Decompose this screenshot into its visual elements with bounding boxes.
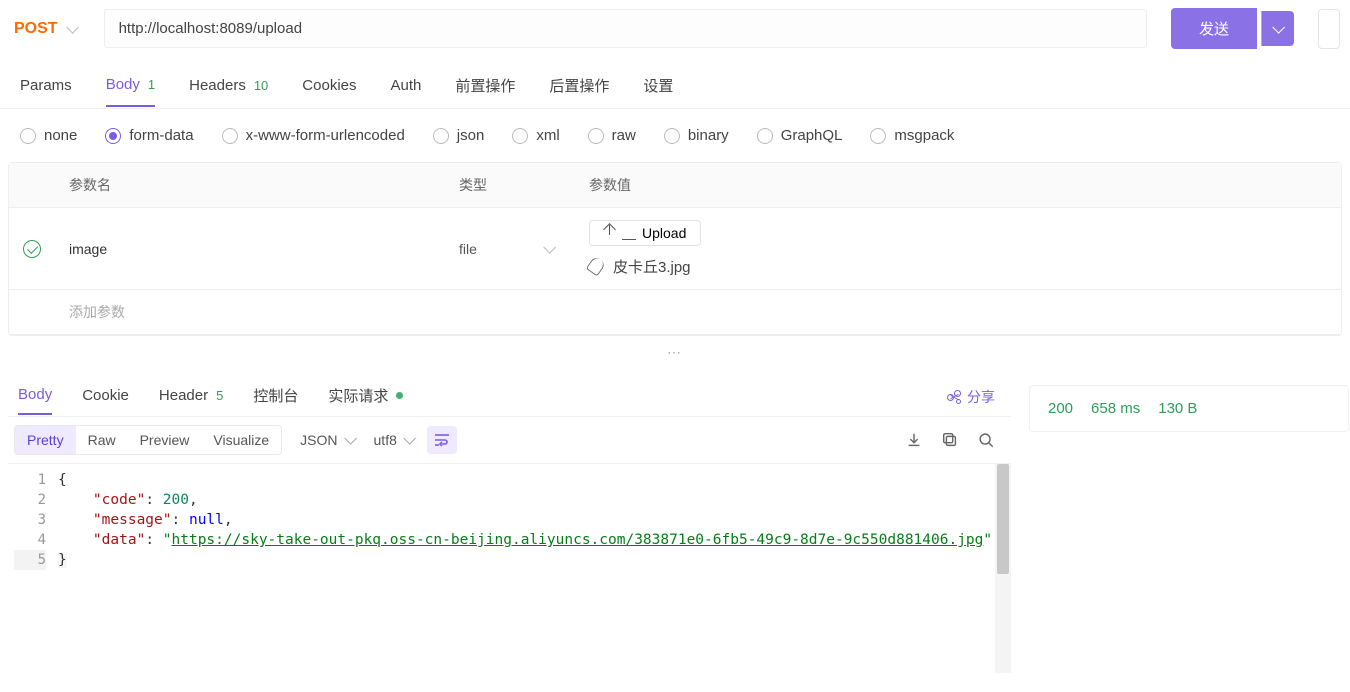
status-time: 658 ms <box>1091 400 1140 417</box>
status-code: 200 <box>1048 400 1073 417</box>
chevron-down-icon <box>344 436 356 444</box>
tab-body[interactable]: Body1 <box>106 68 155 107</box>
view-mode-segment: Pretty Raw Preview Visualize <box>14 425 282 455</box>
tab-params[interactable]: Params <box>20 69 72 106</box>
radio-icon <box>664 128 680 144</box>
param-type-select[interactable]: file <box>445 229 575 269</box>
response-toolbar: Pretty Raw Preview Visualize JSON utf8 <box>8 417 1011 463</box>
radio-msgpack[interactable]: msgpack <box>870 127 954 144</box>
seg-preview[interactable]: Preview <box>128 426 202 454</box>
radio-icon <box>870 128 886 144</box>
resp-tab-actual[interactable]: 实际请求 <box>328 377 403 416</box>
line-gutter: 12345 <box>8 464 58 673</box>
tab-settings[interactable]: 设置 <box>643 67 673 108</box>
copy-icon[interactable] <box>941 431 959 449</box>
tab-headers-badge: 10 <box>254 78 268 93</box>
radio-graphql[interactable]: GraphQL <box>757 127 843 144</box>
header-type: 类型 <box>445 163 575 207</box>
params-table: 参数名 类型 参数值 image file Upload 皮卡丘3.jpg <box>8 162 1342 336</box>
send-button[interactable]: 发送 <box>1171 8 1257 49</box>
http-method-label: POST <box>14 20 58 38</box>
search-icon[interactable] <box>977 431 995 449</box>
seg-pretty[interactable]: Pretty <box>15 426 76 454</box>
scrollbar[interactable] <box>995 464 1011 673</box>
radio-none[interactable]: none <box>20 127 77 144</box>
resp-tab-body[interactable]: Body <box>18 378 52 415</box>
status-dot-icon <box>396 392 403 399</box>
pane-splitter[interactable]: ⋯ <box>0 336 1350 369</box>
radio-json[interactable]: json <box>433 127 485 144</box>
param-name-cell[interactable]: image <box>55 229 445 269</box>
radio-icon <box>588 128 604 144</box>
table-header: 参数名 类型 参数值 <box>9 163 1341 208</box>
extra-button[interactable] <box>1318 9 1340 49</box>
response-body-viewer[interactable]: 12345 { "code": 200, "message": null, "d… <box>8 463 1011 673</box>
tab-body-badge: 1 <box>148 77 155 92</box>
table-row: image file Upload 皮卡丘3.jpg <box>9 208 1341 290</box>
radio-raw[interactable]: raw <box>588 127 636 144</box>
upload-icon <box>604 227 616 239</box>
tab-auth[interactable]: Auth <box>391 69 422 106</box>
header-name: 参数名 <box>55 163 445 207</box>
upload-button[interactable]: Upload <box>589 220 701 246</box>
http-method-selector[interactable]: POST <box>0 14 92 44</box>
tab-headers[interactable]: Headers10 <box>189 69 268 106</box>
response-status-box: 200 658 ms 130 B <box>1029 385 1349 432</box>
radio-icon <box>105 128 121 144</box>
add-param-row[interactable]: 添加参数 <box>9 290 1341 335</box>
body-type-row: none form-data x-www-form-urlencoded jso… <box>0 109 1350 162</box>
chevron-down-icon <box>66 25 78 33</box>
status-size: 130 B <box>1158 400 1197 417</box>
resp-tab-console[interactable]: 控制台 <box>253 377 298 416</box>
check-icon[interactable] <box>23 240 41 258</box>
chevron-down-icon <box>543 245 555 253</box>
seg-visualize[interactable]: Visualize <box>201 426 281 454</box>
format-select[interactable]: JSON <box>300 432 355 448</box>
request-tabs: Params Body1 Headers10 Cookies Auth 前置操作… <box>0 57 1350 109</box>
tab-cookies[interactable]: Cookies <box>302 69 356 106</box>
file-name: 皮卡丘3.jpg <box>613 256 691 277</box>
chevron-down-icon <box>1272 25 1284 33</box>
share-icon <box>947 390 961 404</box>
share-button[interactable]: 分享 <box>947 387 1001 407</box>
wrap-toggle-button[interactable] <box>427 426 457 454</box>
chevron-down-icon <box>403 436 415 444</box>
resp-tab-cookie[interactable]: Cookie <box>82 379 129 414</box>
file-attachment[interactable]: 皮卡丘3.jpg <box>589 256 691 277</box>
wrap-icon <box>434 433 450 447</box>
resp-tab-header[interactable]: Header5 <box>159 379 223 414</box>
radio-icon <box>20 128 36 144</box>
url-input[interactable] <box>104 9 1147 48</box>
encoding-select[interactable]: utf8 <box>374 432 415 448</box>
tab-post-script[interactable]: 后置操作 <box>549 67 609 108</box>
response-tabs: Body Cookie Header5 控制台 实际请求 分享 <box>8 369 1011 417</box>
radio-xml[interactable]: xml <box>512 127 559 144</box>
paperclip-icon <box>586 255 607 276</box>
radio-icon <box>757 128 773 144</box>
resp-header-badge: 5 <box>216 388 223 403</box>
send-dropdown-button[interactable] <box>1261 11 1294 46</box>
radio-binary[interactable]: binary <box>664 127 729 144</box>
radio-icon <box>512 128 528 144</box>
radio-x-www[interactable]: x-www-form-urlencoded <box>222 127 405 144</box>
scrollbar-thumb[interactable] <box>997 464 1009 574</box>
header-value: 参数值 <box>575 163 1341 207</box>
response-body-code: { "code": 200, "message": null, "data": … <box>58 464 1011 673</box>
download-icon[interactable] <box>905 431 923 449</box>
param-value-cell: Upload 皮卡丘3.jpg <box>575 208 1341 289</box>
radio-form-data[interactable]: form-data <box>105 127 193 144</box>
tab-pre-script[interactable]: 前置操作 <box>455 67 515 108</box>
seg-raw[interactable]: Raw <box>76 426 128 454</box>
radio-icon <box>433 128 449 144</box>
radio-icon <box>222 128 238 144</box>
